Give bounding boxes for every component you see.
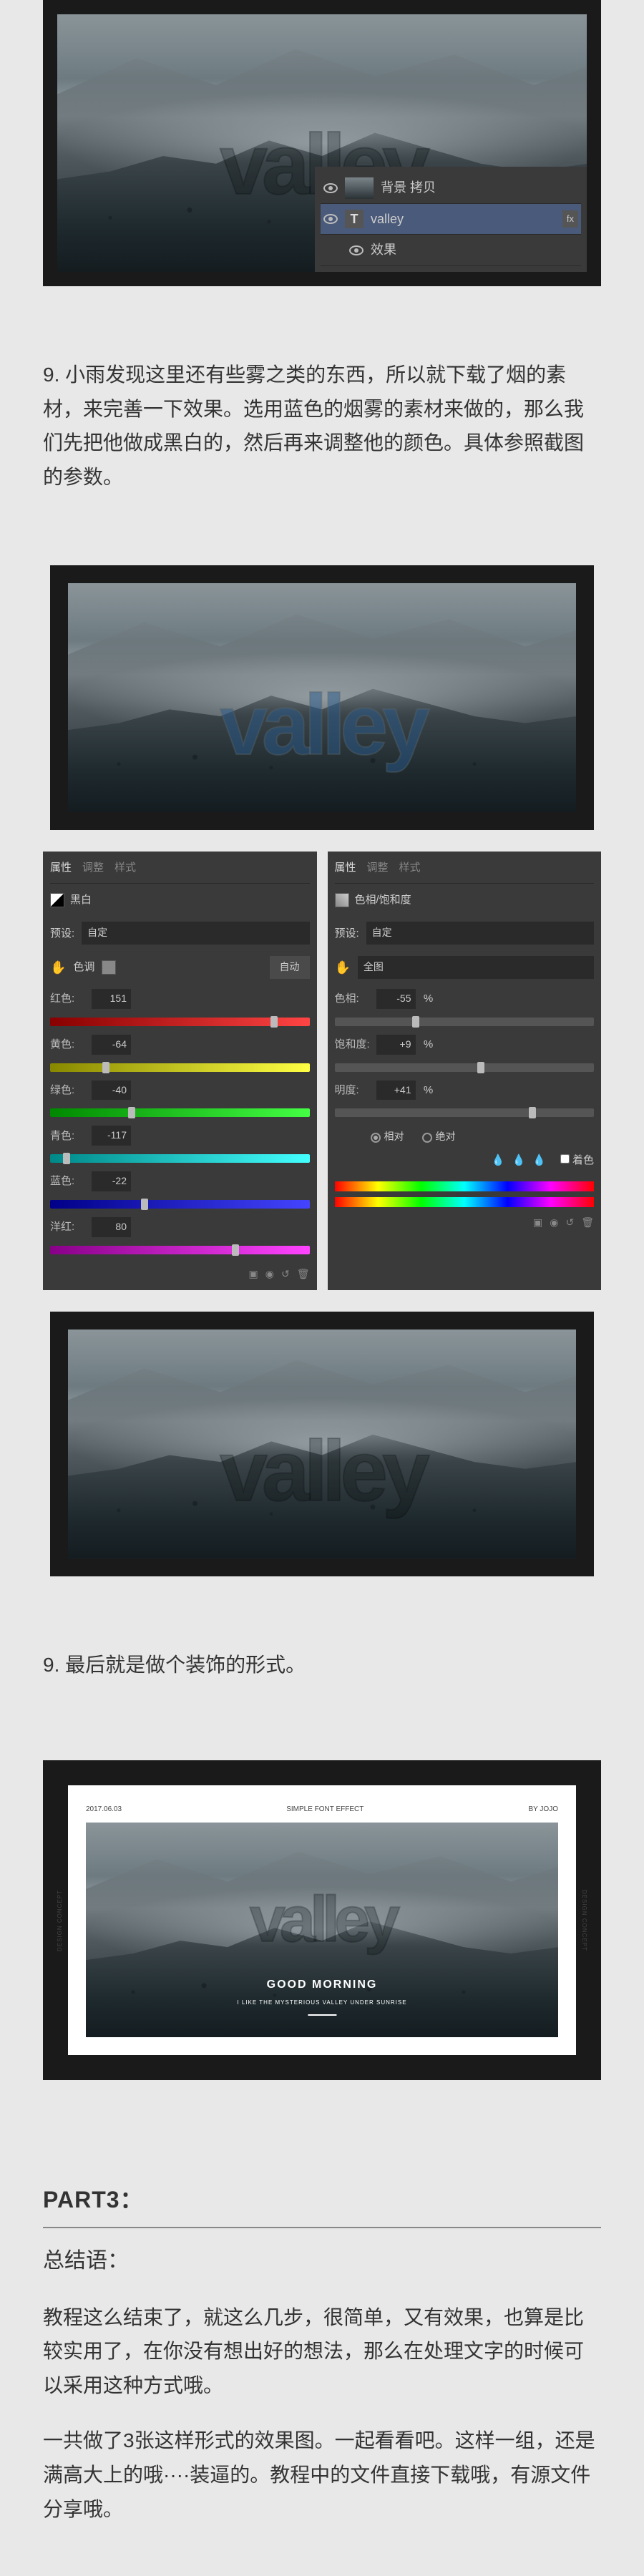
slider-saturation[interactable]: 饱和度: +9 %	[335, 1030, 595, 1059]
layer-name: valley	[371, 208, 404, 230]
panel-title-label: 黑白	[70, 891, 92, 909]
side-label-left: DESIGN CONCEPT	[55, 1890, 65, 1951]
preset-label: 预设:	[50, 924, 74, 943]
clip-icon[interactable]: ▣	[533, 1214, 542, 1231]
tab-adjust[interactable]: 调整	[82, 859, 104, 877]
final-date: 2017.06.03	[86, 1803, 122, 1815]
master-select[interactable]: 全图	[358, 956, 594, 979]
step-9-text: 9. 小雨发现这里还有些雾之类的东西，所以就下载了烟的素材，来完善一下效果。选用…	[43, 358, 601, 494]
final-title: SIMPLE FONT EFFECT	[286, 1803, 364, 1815]
slider-red[interactable]: 红色: 151	[50, 985, 310, 1013]
layer-row[interactable]: 效果	[321, 235, 581, 266]
preset-select[interactable]: 自定	[366, 922, 594, 945]
panel-tabs: 属性 调整 样式	[50, 859, 310, 884]
tab-adjust[interactable]: 调整	[367, 859, 389, 877]
view-icon[interactable]: ◉	[265, 1266, 274, 1283]
radio-relative[interactable]	[371, 1133, 381, 1143]
step-9b-text: 9. 最后就是做个装饰的形式。	[43, 1648, 601, 1682]
reset-icon[interactable]: ↺	[565, 1214, 574, 1231]
final-author: BY JOJO	[528, 1803, 558, 1815]
valley-text-overlay: valley	[220, 652, 424, 798]
figure-step8-result: valley 背景 拷贝 T valley fx 效果	[43, 0, 601, 286]
layer-row[interactable]: T valley fx	[321, 204, 581, 235]
eyedropper-plus-icon[interactable]: 💧	[512, 1151, 525, 1170]
figure-blue-smoke: valley	[50, 565, 594, 830]
slider-cyan[interactable]: 青色: -117	[50, 1121, 310, 1150]
heading-underline	[43, 2227, 601, 2228]
panel-footer-icons: ▣ ◉ ↺ 🗑	[335, 1207, 595, 1231]
trash-icon[interactable]: 🗑	[297, 1266, 310, 1283]
hand-icon[interactable]: ✋	[335, 957, 351, 979]
tint-swatch[interactable]	[102, 960, 116, 975]
black-white-panel: 属性 调整 样式 黑白 预设: 自定 ✋ 色调 自动 红色: 151 黄色: -…	[43, 852, 317, 1289]
tab-style[interactable]: 样式	[114, 859, 136, 877]
slider-yellow[interactable]: 黄色: -64	[50, 1030, 310, 1059]
side-label-right: DESIGN CONCEPT	[579, 1890, 589, 1951]
eyedropper-icon[interactable]: 💧	[492, 1151, 505, 1170]
preset-label: 预设:	[335, 924, 359, 943]
reset-icon[interactable]: ↺	[281, 1266, 290, 1283]
figure-final: 2017.06.03 SIMPLE FONT EFFECT BY JOJO DE…	[43, 1760, 601, 2080]
hsl-icon	[335, 893, 349, 907]
layer-effect-name: 效果	[371, 239, 396, 261]
summary-p2: 一共做了3张这样形式的效果图。一起看看吧。这样一组，还是满高大上的哦····装逼…	[43, 2424, 601, 2526]
hue-spectrum-result	[335, 1197, 595, 1207]
auto-button[interactable]: 自动	[270, 956, 310, 979]
tab-properties[interactable]: 属性	[335, 859, 356, 877]
tab-properties[interactable]: 属性	[50, 859, 72, 877]
panel-footer-icons: ▣ ◉ ↺ 🗑	[50, 1259, 310, 1283]
visibility-icon[interactable]	[349, 245, 364, 255]
layers-panel: 背景 拷贝 T valley fx 效果	[315, 167, 587, 272]
valley-text-overlay: valley	[250, 1865, 394, 1975]
summary-label: 总结语：	[43, 2243, 601, 2279]
layer-name: 背景 拷贝	[381, 177, 436, 199]
hue-sat-panel: 属性 调整 样式 色相/饱和度 预设: 自定 ✋ 全图 色相: -55 % 饱和…	[328, 852, 602, 1289]
colorize-checkbox[interactable]	[560, 1154, 570, 1163]
preset-select[interactable]: 自定	[82, 922, 309, 945]
tab-style[interactable]: 样式	[399, 859, 421, 877]
valley-text-overlay: valley	[220, 1398, 424, 1544]
visibility-icon[interactable]	[323, 183, 338, 193]
layer-thumbnail	[345, 177, 374, 199]
panel-title-label: 色相/饱和度	[355, 891, 411, 909]
visibility-icon[interactable]	[323, 214, 338, 224]
summary-p1: 教程这么结束了，就这么几步，很简单，又有效果，也算是比较实用了，在你没有想出好的…	[43, 2301, 601, 2403]
tint-label: 色调	[73, 958, 94, 977]
good-morning-caption: GOOD MORNING I LIKE THE MYSTERIOUS VALLE…	[237, 1975, 406, 2016]
fx-badge[interactable]: fx	[562, 210, 578, 228]
hue-spectrum	[335, 1181, 595, 1191]
figure-after-adjust: valley	[50, 1312, 594, 1576]
layer-row[interactable]: 背景 拷贝	[321, 172, 581, 204]
view-icon[interactable]: ◉	[550, 1214, 558, 1231]
slider-lightness[interactable]: 明度: +41 %	[335, 1076, 595, 1105]
slider-green[interactable]: 绿色: -40	[50, 1076, 310, 1105]
adjustment-panels: 属性 调整 样式 黑白 预设: 自定 ✋ 色调 自动 红色: 151 黄色: -…	[43, 852, 601, 1289]
panel-tabs: 属性 调整 样式	[335, 859, 595, 884]
text-layer-icon: T	[345, 210, 364, 228]
clip-icon[interactable]: ▣	[249, 1266, 258, 1283]
slider-magenta[interactable]: 洋红: 80	[50, 1213, 310, 1241]
trash-icon[interactable]: 🗑	[581, 1214, 594, 1231]
bw-icon	[50, 893, 64, 907]
hand-icon[interactable]: ✋	[50, 957, 66, 979]
slider-blue[interactable]: 蓝色: -22	[50, 1167, 310, 1196]
slider-hue[interactable]: 色相: -55 %	[335, 985, 595, 1013]
part3-heading: PART3：	[43, 2180, 601, 2219]
radio-absolute[interactable]	[422, 1133, 432, 1143]
eyedropper-minus-icon[interactable]: 💧	[532, 1151, 546, 1170]
